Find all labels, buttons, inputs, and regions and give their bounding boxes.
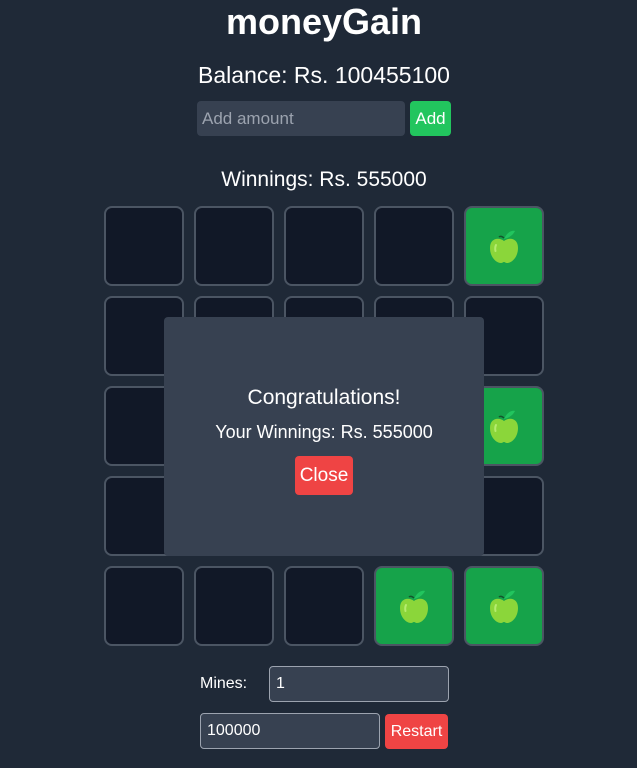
add-amount-input[interactable]: [197, 101, 405, 136]
win-modal: Congratulations! Your Winnings: Rs. 5550…: [164, 317, 484, 556]
tile-hidden[interactable]: [194, 566, 274, 646]
tile-hidden[interactable]: [284, 566, 364, 646]
tile-hidden[interactable]: [374, 206, 454, 286]
balance-display: Balance: Rs. 100455100: [198, 62, 450, 88]
add-amount-row: Add: [197, 101, 451, 136]
tile-revealed[interactable]: [464, 206, 544, 286]
tile-revealed[interactable]: [374, 566, 454, 646]
tile-hidden[interactable]: [104, 206, 184, 286]
mines-label: Mines:: [200, 675, 248, 692]
tile-hidden[interactable]: [104, 566, 184, 646]
apple-icon: [485, 407, 523, 445]
apple-icon: [485, 587, 523, 625]
tile-hidden[interactable]: [194, 206, 274, 286]
add-button[interactable]: Add: [410, 101, 451, 136]
tile-revealed[interactable]: [464, 566, 544, 646]
modal-message: Your Winnings: Rs. 555000: [215, 422, 433, 442]
close-button[interactable]: Close: [295, 456, 353, 495]
app-title: moneyGain: [225, 1, 423, 42]
modal-title: Congratulations!: [247, 386, 401, 409]
winnings-display: Winnings: Rs. 555000: [221, 168, 427, 191]
bet-amount-input[interactable]: [200, 713, 380, 749]
restart-button[interactable]: Restart: [385, 714, 448, 749]
tile-hidden[interactable]: [284, 206, 364, 286]
mines-input[interactable]: [269, 666, 449, 702]
app: moneyGain Balance: Rs. 100455100 Add Win…: [0, 0, 637, 768]
apple-icon: [395, 587, 433, 625]
apple-icon: [485, 227, 523, 265]
